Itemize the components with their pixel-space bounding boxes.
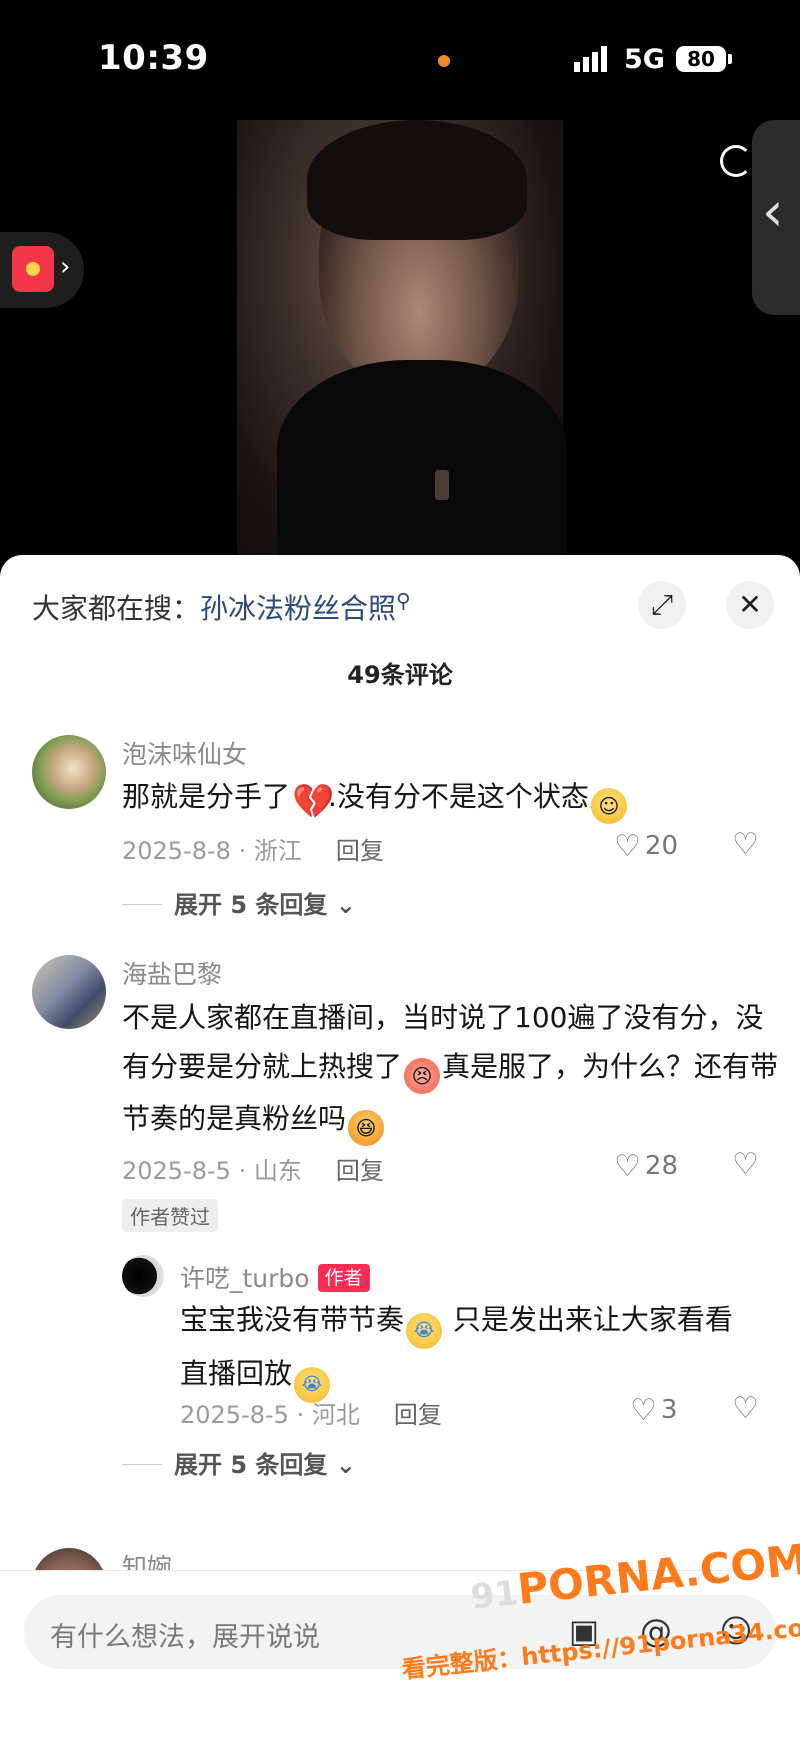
comment-username[interactable]: 泡沫味仙女: [122, 735, 247, 771]
like-count: 3: [660, 1395, 678, 1425]
video-pendant: [435, 470, 449, 500]
comment-meta: 2025-8-5 · 山东 回复: [122, 1151, 384, 1186]
search-icon: ⚲: [396, 588, 411, 613]
heart-icon: ♡: [614, 1149, 641, 1184]
reply-date-location: 2025-8-5 · 河北: [180, 1401, 360, 1429]
expand-replies[interactable]: 展开 5 条回复 ⌄: [122, 885, 356, 920]
comment-meta: 2025-8-8 · 浙江 回复: [122, 831, 384, 866]
comment-text: 那就是分手了💔.没有分不是这个状态 ☺: [122, 772, 782, 824]
dislike-icon[interactable]: ♡: [732, 1147, 759, 1182]
loading-icon: [720, 145, 752, 177]
reply-button[interactable]: 回复: [394, 1401, 442, 1429]
like-count: 20: [644, 831, 678, 861]
expand-replies-label: 展开 5 条回复: [174, 1451, 328, 1479]
camera-indicator-icon: [438, 55, 450, 67]
reply-text-part: 宝宝我没有带节奏: [180, 1303, 405, 1336]
red-packet-icon: [12, 246, 54, 292]
close-button[interactable]: ✕: [726, 581, 774, 629]
comment-date-location: 2025-8-8 · 浙江: [122, 837, 302, 865]
heart-icon: ♡: [614, 829, 641, 864]
angry-emoji-icon: 😣: [404, 1058, 441, 1094]
comment-text-part: .没有分不是这个状态: [328, 780, 589, 813]
comment-date-location: 2025-8-5 · 山东: [122, 1157, 302, 1185]
dislike-icon[interactable]: ♡: [732, 1391, 759, 1426]
status-bar: 10:39 5G 80: [0, 0, 800, 110]
author-tag: 作者: [317, 1264, 370, 1292]
red-packet-button[interactable]: ›: [0, 232, 84, 308]
video-player[interactable]: [237, 120, 567, 560]
dislike-icon[interactable]: ♡: [732, 827, 759, 862]
avatar[interactable]: [122, 1255, 164, 1297]
network-type: 5G: [624, 44, 665, 75]
avatar[interactable]: [32, 955, 106, 1029]
reply-username[interactable]: 许呓_turbo: [180, 1264, 310, 1293]
like-button[interactable]: ♡ 28: [614, 1149, 678, 1184]
watermark-prefix: 91: [468, 1573, 521, 1618]
divider-line: [122, 904, 162, 905]
side-panel-tab[interactable]: ‹: [752, 120, 800, 315]
expand-replies-label: 展开 5 条回复: [174, 891, 328, 919]
trending-search[interactable]: 大家都在搜：孙冰法粉丝合照⚲: [32, 587, 411, 627]
chevron-left-icon: ‹: [762, 180, 784, 243]
reply-username-row: 许呓_turbo 作者: [180, 1259, 370, 1295]
reply-text: 宝宝我没有带节奏 😭 只是发出来让大家看看直播回放 😭: [180, 1295, 760, 1403]
comment-count: 49条评论: [347, 661, 453, 689]
comment-text: 不是人家都在直播间，当时说了100遍了没有分，没有分要是分就上热搜了 😣 真是服了，…: [122, 993, 782, 1146]
smile-emoji-icon: ☺: [590, 788, 627, 824]
comment-input-placeholder: 有什么想法，展开说说: [50, 1622, 320, 1653]
video-shirt: [277, 360, 567, 560]
trending-search-keyword[interactable]: 孙冰法粉丝合照: [200, 592, 396, 625]
heart-icon: ♡: [630, 1393, 657, 1428]
video-hair: [307, 120, 527, 240]
close-icon: ✕: [738, 588, 762, 621]
reply-button[interactable]: 回复: [336, 837, 384, 865]
laugh-emoji-icon: 😆: [348, 1110, 385, 1146]
divider-line: [122, 1464, 162, 1465]
reply-button[interactable]: 回复: [336, 1157, 384, 1185]
signal-icon: [574, 46, 607, 72]
avatar[interactable]: [32, 735, 106, 809]
crying-emoji-icon: 😭: [406, 1313, 443, 1349]
expand-icon: ⤢: [650, 588, 674, 621]
expand-replies[interactable]: 展开 5 条回复 ⌄: [122, 1445, 356, 1480]
author-liked-badge: 作者赞过: [122, 1199, 218, 1232]
battery-icon: 80: [676, 46, 732, 72]
like-button[interactable]: ♡ 3: [630, 1393, 677, 1428]
like-count: 28: [644, 1151, 678, 1181]
expand-button[interactable]: ⤢: [638, 581, 686, 629]
like-button[interactable]: ♡ 20: [614, 829, 678, 864]
chevron-right-icon: ›: [60, 252, 71, 282]
reply-meta: 2025-8-5 · 河北 回复: [180, 1395, 442, 1430]
broken-heart-emoji-icon: 💔: [292, 782, 335, 822]
comment-username[interactable]: 海盐巴黎: [122, 955, 222, 991]
status-time: 10:39: [98, 38, 209, 78]
trending-search-prefix: 大家都在搜：: [32, 592, 201, 625]
comment-text-part: 那就是分手了: [122, 780, 291, 813]
